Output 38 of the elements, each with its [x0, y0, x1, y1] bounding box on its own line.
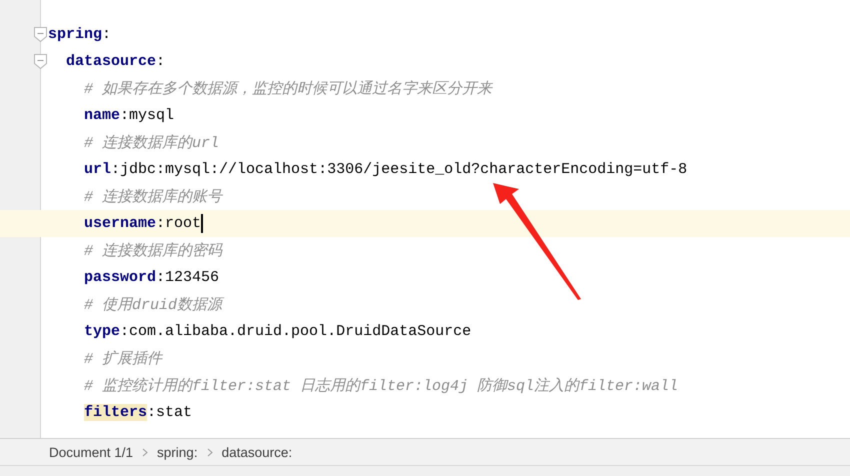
colon: :	[102, 26, 112, 43]
colon: :	[156, 269, 166, 286]
yaml-value: stat	[156, 404, 192, 421]
yaml-key: spring	[48, 26, 102, 43]
code-comment: # 监控统计用的filter:stat 日志用的filter:log4j 防御sql注入的filter:wall	[84, 376, 678, 395]
yaml-key: url	[84, 161, 112, 178]
chevron-icon	[206, 448, 213, 456]
colon: :	[120, 323, 130, 340]
yaml-value: mysql	[129, 107, 174, 124]
yaml-value: root	[165, 215, 202, 232]
breadcrumb-item[interactable]: spring:	[157, 444, 198, 460]
yaml-key: filters	[84, 404, 148, 421]
yaml-value: jdbc:mysql://localhost:3306/jeesite_old?characterEncoding=utf-8	[120, 161, 688, 178]
code-comment: # 连接数据库的url	[84, 133, 220, 152]
colon: :	[156, 215, 166, 232]
code-comment: # 连接数据库的密码	[84, 241, 222, 260]
colon: :	[147, 404, 156, 421]
yaml-key: username	[84, 215, 156, 232]
code-comment: # 连接数据库的账号	[84, 187, 222, 206]
code-comment: # 扩展插件	[84, 350, 162, 368]
yaml-value: com.alibaba.druid.pool.DruidDataSource	[129, 323, 472, 340]
code-comment: # 如果存在多个数据源，监控的时候可以通过名字来区分开来	[84, 79, 492, 98]
colon: :	[111, 161, 120, 178]
colon: :	[120, 107, 130, 124]
code-comment: # 使用druid数据源	[84, 296, 222, 314]
fold-icon[interactable]	[34, 27, 47, 42]
chevron-icon	[142, 448, 148, 456]
text-cursor	[201, 214, 204, 233]
colon: :	[156, 53, 166, 70]
yaml-key: datasource	[66, 53, 156, 70]
yaml-key: password	[84, 269, 156, 286]
code-editor[interactable]	[0, 0, 850, 438]
breadcrumb-item[interactable]: datasource:	[222, 444, 292, 460]
fold-icon[interactable]	[34, 54, 47, 69]
yaml-value: 123456	[165, 269, 220, 286]
breadcrumb-item[interactable]: Document 1/1	[49, 444, 134, 460]
yaml-key: type	[84, 323, 120, 340]
yaml-key: name	[84, 107, 120, 124]
